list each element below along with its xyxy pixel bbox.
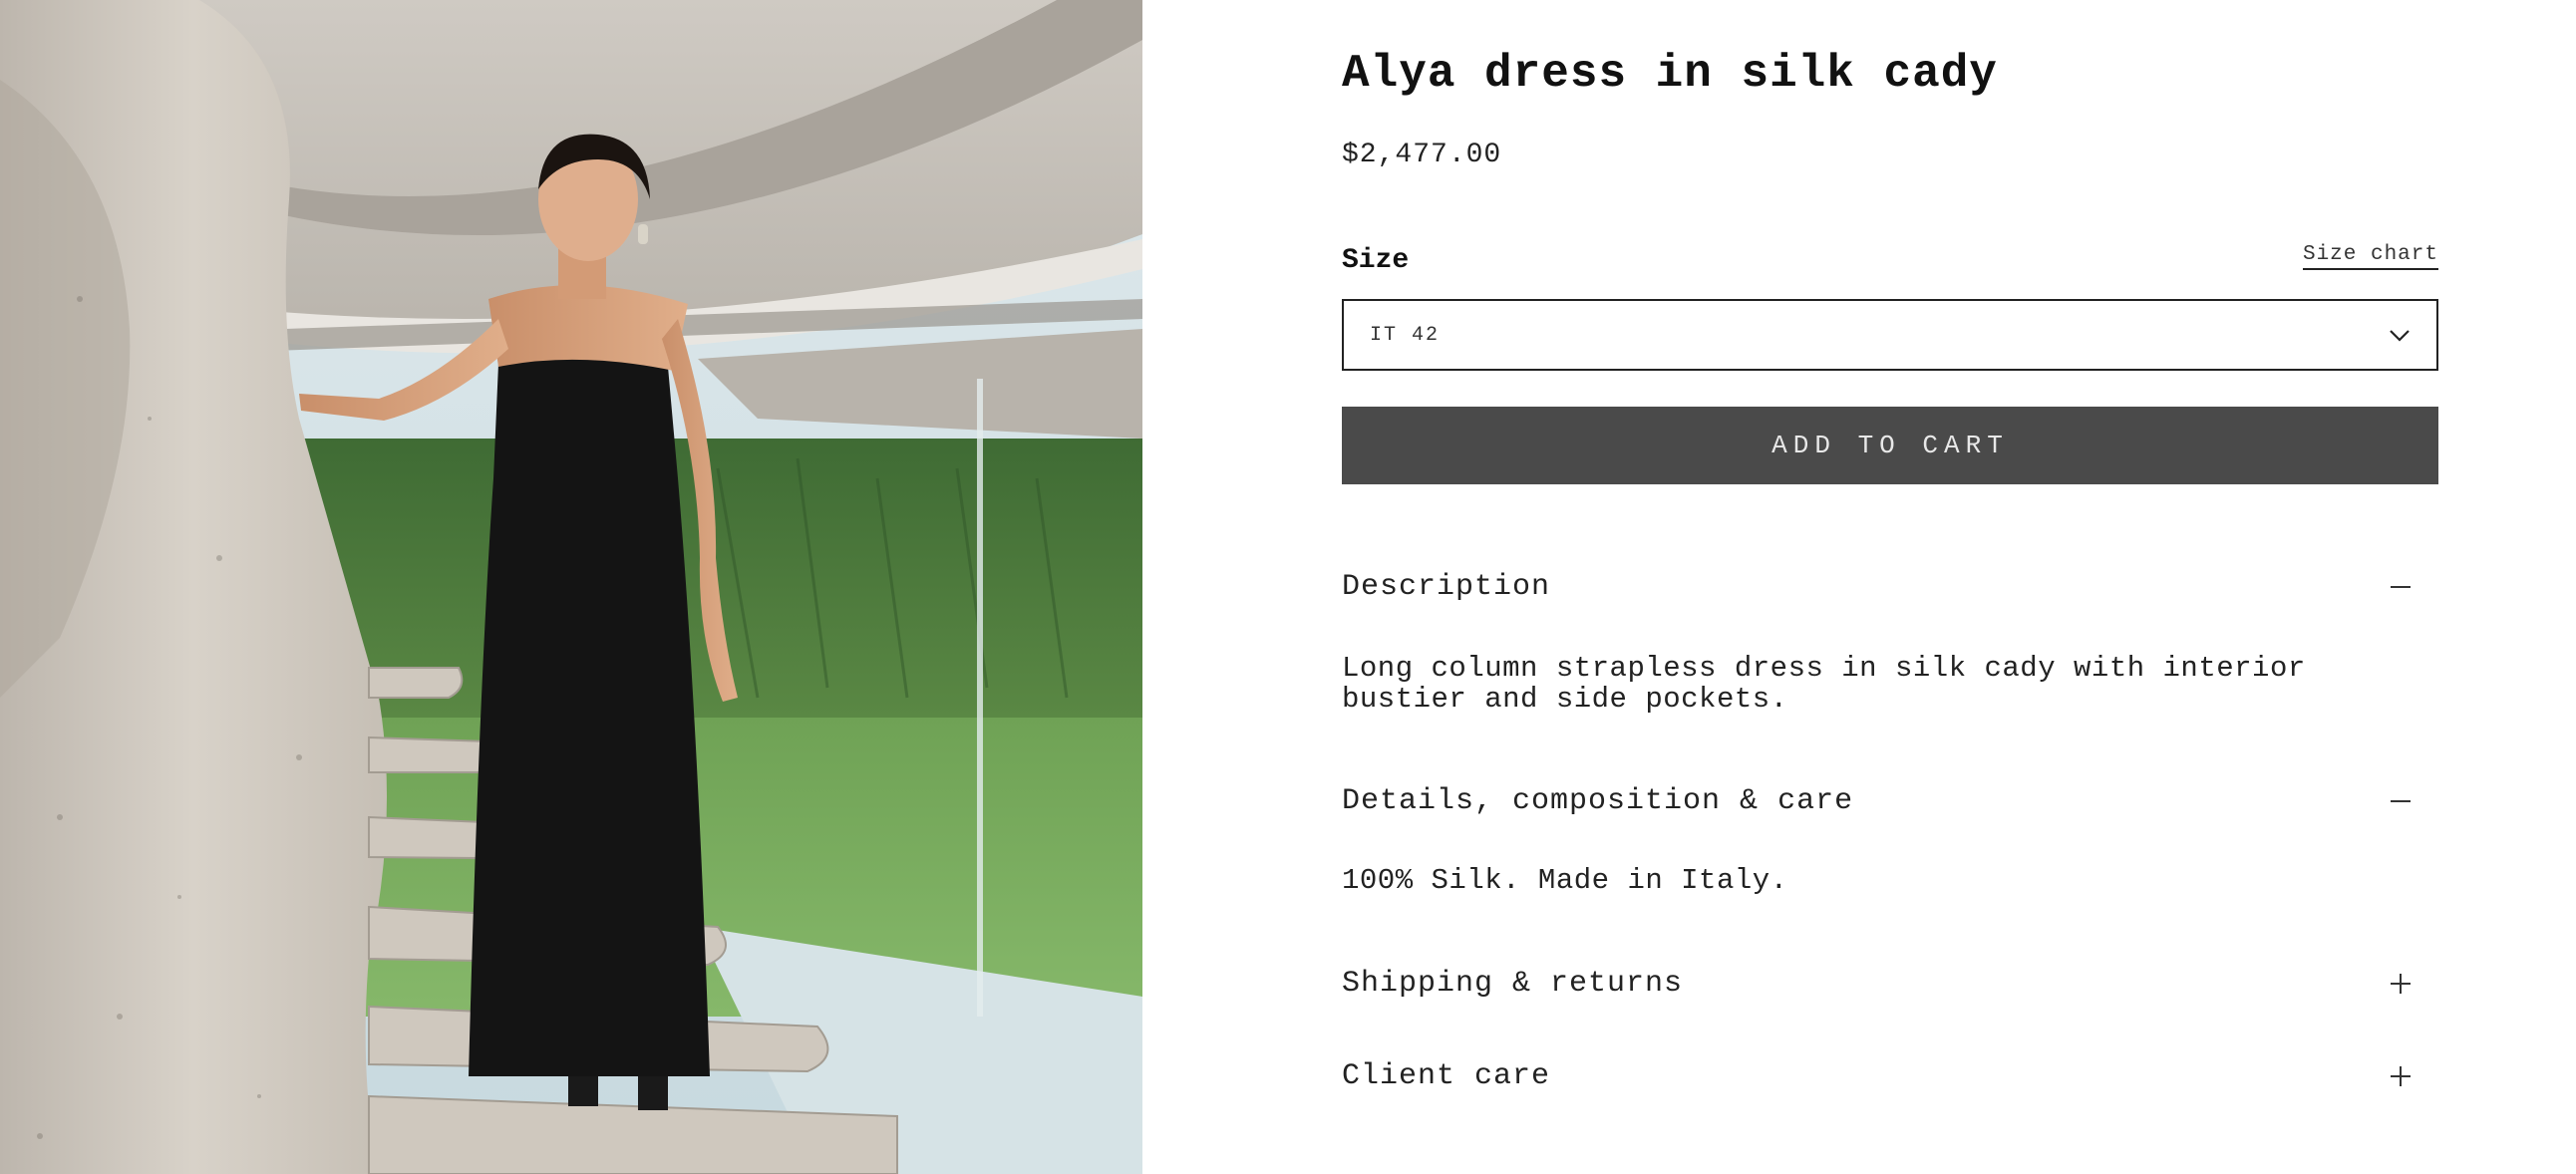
accordion-title: Description (1342, 570, 1551, 604)
size-label: Size (1342, 245, 1410, 276)
minus-icon (2387, 787, 2415, 815)
accordion-details-header[interactable]: Details, composition & care (1342, 784, 2438, 818)
accordion-shipping-header[interactable]: Shipping & returns (1342, 967, 2438, 1001)
accordion-title: Details, composition & care (1342, 784, 1854, 818)
accordion-description-content: Long column strapless dress in silk cady… (1342, 652, 2306, 716)
add-to-cart-button[interactable]: ADD TO CART (1342, 407, 2438, 484)
accordion-details-content: 100% Silk. Made in Italy. (1342, 864, 1788, 897)
accordion-description-header[interactable]: Description (1342, 570, 2438, 604)
size-selected-value: IT 42 (1370, 323, 1441, 347)
chevron-down-icon (2390, 330, 2410, 342)
product-price: $2,477.00 (1342, 140, 1502, 170)
plus-icon (2387, 1062, 2415, 1090)
size-chart-link[interactable]: Size chart (2302, 243, 2438, 270)
accordion-title: Shipping & returns (1342, 967, 1684, 1001)
product-title: Alya dress in silk cady (1342, 48, 1998, 100)
minus-icon (2387, 573, 2415, 601)
plus-icon (2387, 970, 2415, 998)
product-image (0, 0, 1142, 1174)
product-panel: Alya dress in silk cady $2,477.00 Size S… (1342, 0, 2438, 1174)
accordion-client-care-header[interactable]: Client care (1342, 1059, 2438, 1093)
size-select[interactable]: IT 42 (1342, 299, 2438, 371)
accordion-title: Client care (1342, 1059, 1551, 1093)
